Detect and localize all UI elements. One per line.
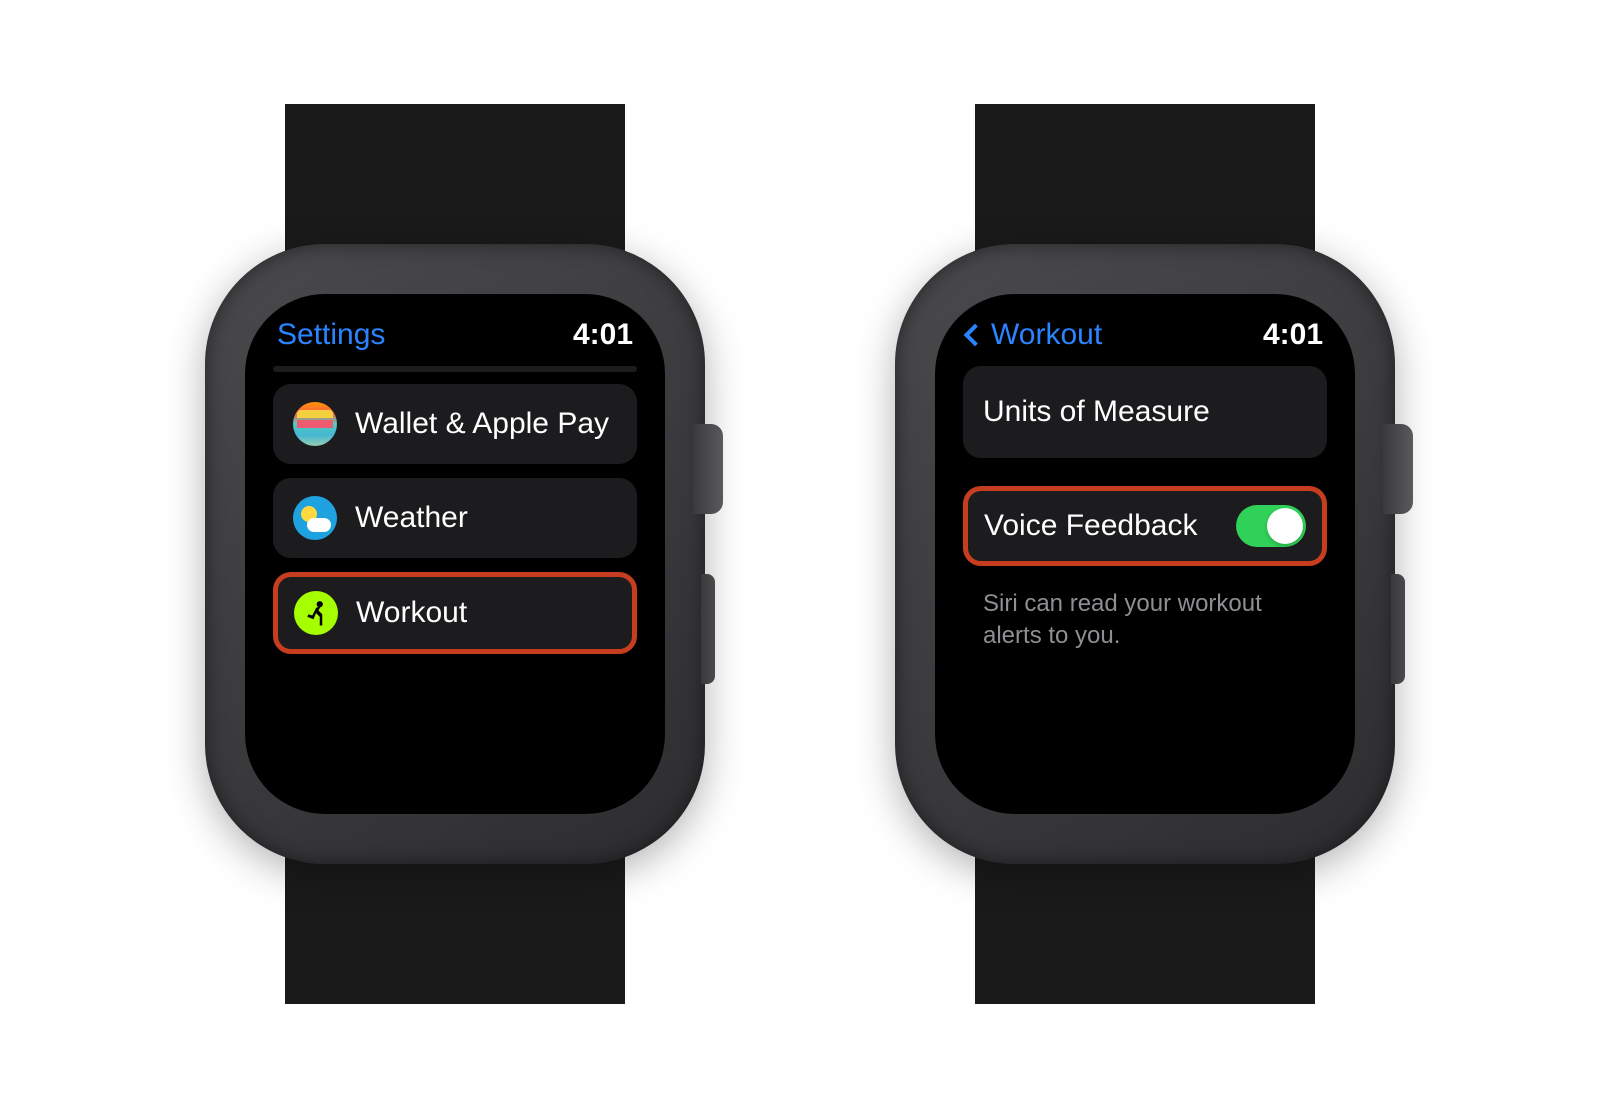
digital-crown[interactable] — [693, 424, 723, 514]
item-label: Voice Feedback — [984, 508, 1197, 544]
chevron-left-icon — [964, 324, 987, 347]
status-bar: Workout 4:01 — [963, 318, 1327, 352]
side-button[interactable] — [701, 574, 715, 684]
voice-feedback-toggle[interactable] — [1236, 505, 1306, 547]
wallet-icon — [293, 402, 337, 446]
weather-icon — [293, 496, 337, 540]
settings-item-voice-feedback[interactable]: Voice Feedback — [963, 486, 1327, 566]
item-label: Weather — [355, 500, 468, 536]
watch-screen: Workout 4:01 Units of Measure Voice Feed… — [935, 294, 1355, 814]
watch-screen: Settings 4:01 Wallet & Apple Pay Weather — [245, 294, 665, 814]
settings-item-workout[interactable]: Workout — [273, 572, 637, 654]
settings-item-units[interactable]: Units of Measure — [963, 366, 1327, 458]
clock-time: 4:01 — [573, 318, 633, 352]
settings-item-wallet[interactable]: Wallet & Apple Pay — [273, 384, 637, 464]
digital-crown[interactable] — [1383, 424, 1413, 514]
watch-left: Settings 4:01 Wallet & Apple Pay Weather — [195, 104, 715, 1004]
item-label: Wallet & Apple Pay — [355, 406, 609, 442]
side-button[interactable] — [1391, 574, 1405, 684]
list-divider — [273, 366, 637, 372]
settings-item-weather[interactable]: Weather — [273, 478, 637, 558]
back-label: Workout — [991, 318, 1102, 352]
workout-icon — [294, 591, 338, 635]
footer-description: Siri can read your workout alerts to you… — [963, 580, 1327, 653]
page-title: Settings — [277, 318, 385, 352]
item-label: Units of Measure — [983, 394, 1210, 430]
status-bar: Settings 4:01 — [273, 318, 637, 352]
watch-body: Settings 4:01 Wallet & Apple Pay Weather — [205, 244, 705, 864]
back-button[interactable]: Workout — [967, 318, 1102, 352]
clock-time: 4:01 — [1263, 318, 1323, 352]
watch-right: Workout 4:01 Units of Measure Voice Feed… — [885, 104, 1405, 1004]
watch-body: Workout 4:01 Units of Measure Voice Feed… — [895, 244, 1395, 864]
item-label: Workout — [356, 595, 467, 631]
